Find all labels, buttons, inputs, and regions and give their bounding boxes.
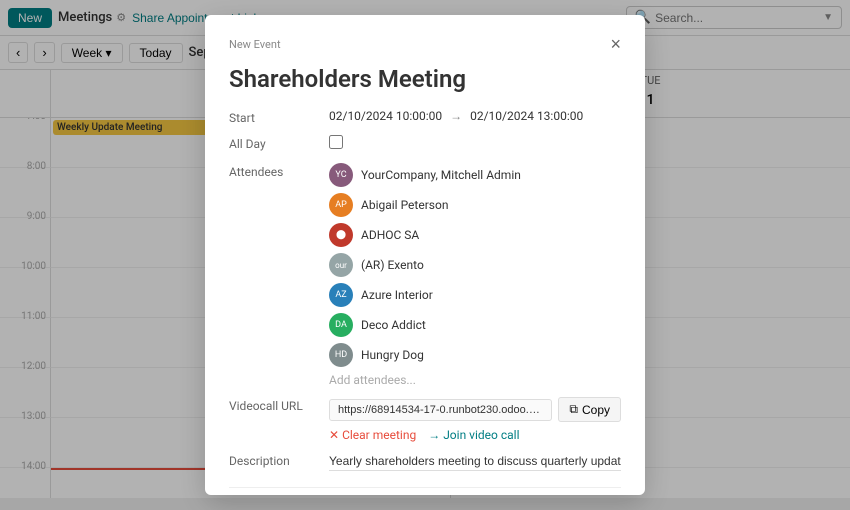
modal-overlay: New Event × Shareholders Meeting Start 0… xyxy=(0,0,850,510)
avatar: DA xyxy=(329,313,353,337)
close-button[interactable]: × xyxy=(610,35,621,53)
description-input[interactable] xyxy=(329,452,621,471)
modal-footer: Save & Close Discard More Options xyxy=(229,487,621,495)
attendees-row: Attendees YC YourCompany, Mitchell Admin… xyxy=(229,163,621,387)
description-row: Description xyxy=(229,452,621,471)
modal-title-label: New Event xyxy=(229,38,281,51)
join-video-label: Join video call xyxy=(443,428,519,442)
join-video-button[interactable]: → Join video call xyxy=(428,428,519,442)
allday-content xyxy=(329,135,621,153)
videocall-content: ⧉ Copy ✕ Clear meeting → Join video call xyxy=(329,397,621,442)
attendee-name: (AR) Exento xyxy=(361,258,424,272)
list-item: DA Deco Addict xyxy=(329,313,621,337)
add-attendees-input[interactable]: Add attendees... xyxy=(329,373,621,387)
start-label: Start xyxy=(229,109,329,125)
list-item: AZ Azure Interior xyxy=(329,283,621,307)
copy-label: Copy xyxy=(582,403,610,417)
avatar: AP xyxy=(329,193,353,217)
start-row: Start 02/10/2024 10:00:00 → 02/10/2024 1… xyxy=(229,109,621,125)
end-date[interactable]: 02/10/2024 13:00:00 xyxy=(470,109,583,123)
allday-checkbox[interactable] xyxy=(329,135,343,149)
list-item: our (AR) Exento xyxy=(329,253,621,277)
attendee-name: Azure Interior xyxy=(361,288,433,302)
arrow-icon: → xyxy=(450,109,462,123)
copy-icon: ⧉ xyxy=(569,402,578,417)
attendee-name: Abigail Peterson xyxy=(361,198,448,212)
list-item: YC YourCompany, Mitchell Admin xyxy=(329,163,621,187)
new-event-modal: New Event × Shareholders Meeting Start 0… xyxy=(205,15,645,495)
modal-header: New Event × xyxy=(229,35,621,53)
times-icon: ✕ xyxy=(329,428,339,442)
list-item: AP Abigail Peterson xyxy=(329,193,621,217)
start-date[interactable]: 02/10/2024 10:00:00 xyxy=(329,109,442,123)
event-title[interactable]: Shareholders Meeting xyxy=(229,65,621,93)
start-content: 02/10/2024 10:00:00 → 02/10/2024 13:00:0… xyxy=(329,109,621,123)
attendee-name: YourCompany, Mitchell Admin xyxy=(361,168,521,182)
description-content xyxy=(329,452,621,471)
clear-meeting-button[interactable]: ✕ Clear meeting xyxy=(329,428,416,442)
description-label: Description xyxy=(229,452,329,468)
videocall-label: Videocall URL xyxy=(229,397,329,413)
avatar: ⬤ xyxy=(329,223,353,247)
arrow-right-icon: → xyxy=(428,428,440,442)
attendees-list: YC YourCompany, Mitchell Admin AP Abigai… xyxy=(329,163,621,387)
attendee-name: ADHOC SA xyxy=(361,228,419,242)
attendee-name: Hungry Dog xyxy=(361,348,424,362)
avatar: our xyxy=(329,253,353,277)
allday-row: All Day xyxy=(229,135,621,153)
allday-label: All Day xyxy=(229,135,329,151)
avatar: AZ xyxy=(329,283,353,307)
avatar: YC xyxy=(329,163,353,187)
copy-url-button[interactable]: ⧉ Copy xyxy=(558,397,621,422)
start-end-dates: 02/10/2024 10:00:00 → 02/10/2024 13:00:0… xyxy=(329,109,621,123)
clear-meeting-label: Clear meeting xyxy=(342,428,416,442)
list-item: HD Hungry Dog xyxy=(329,343,621,367)
videocall-url-input[interactable] xyxy=(329,399,552,421)
videocall-input-row: ⧉ Copy xyxy=(329,397,621,422)
videocall-actions: ✕ Clear meeting → Join video call xyxy=(329,428,621,442)
avatar: HD xyxy=(329,343,353,367)
videocall-row: Videocall URL ⧉ Copy ✕ Clear meeting → xyxy=(229,397,621,442)
attendees-label: Attendees xyxy=(229,163,329,179)
attendee-name: Deco Addict xyxy=(361,318,426,332)
list-item: ⬤ ADHOC SA xyxy=(329,223,621,247)
